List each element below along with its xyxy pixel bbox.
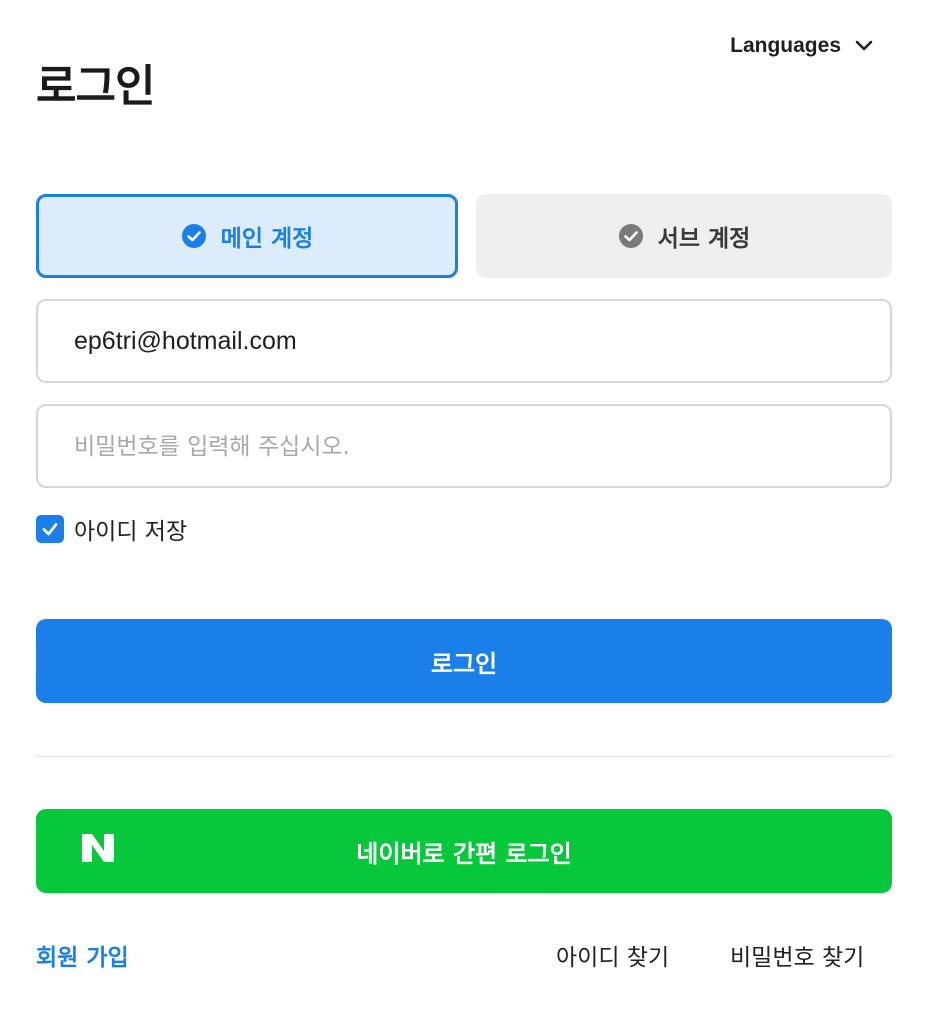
remember-id-label: 아이디 저장 [74,519,188,545]
check-circle-icon [181,223,207,249]
page-title: 로그인 [36,61,155,112]
tab-main-account[interactable]: 메인 계정 [36,194,458,278]
tab-main-account-label: 메인 계정 [220,226,314,252]
login-button[interactable]: 로그인 [36,619,892,703]
login-button-label: 로그인 [430,649,498,678]
find-id-link[interactable]: 아이디 찾기 [556,938,669,972]
tab-sub-account-label: 서브 계정 [657,226,751,252]
email-field[interactable] [36,299,892,383]
naver-login-button[interactable]: 네이버로 간편 로그인 [36,809,892,893]
find-password-link[interactable]: 비밀번호 찾기 [730,938,864,972]
chevron-down-icon [855,40,873,52]
password-field[interactable] [36,404,892,488]
check-circle-icon [618,223,644,249]
naver-login-label: 네이버로 간편 로그인 [356,839,572,868]
languages-label: Languages [730,34,841,57]
naver-logo-icon [82,834,114,868]
remember-id-checkbox[interactable]: 아이디 저장 [36,512,187,546]
checkbox-checked-icon[interactable] [36,515,64,543]
signup-link[interactable]: 회원 가입 [36,938,129,972]
account-type-tabs: 메인 계정 서브 계정 [36,194,892,278]
divider [36,756,892,757]
tab-sub-account[interactable]: 서브 계정 [476,194,892,278]
languages-dropdown[interactable]: Languages [730,34,873,58]
